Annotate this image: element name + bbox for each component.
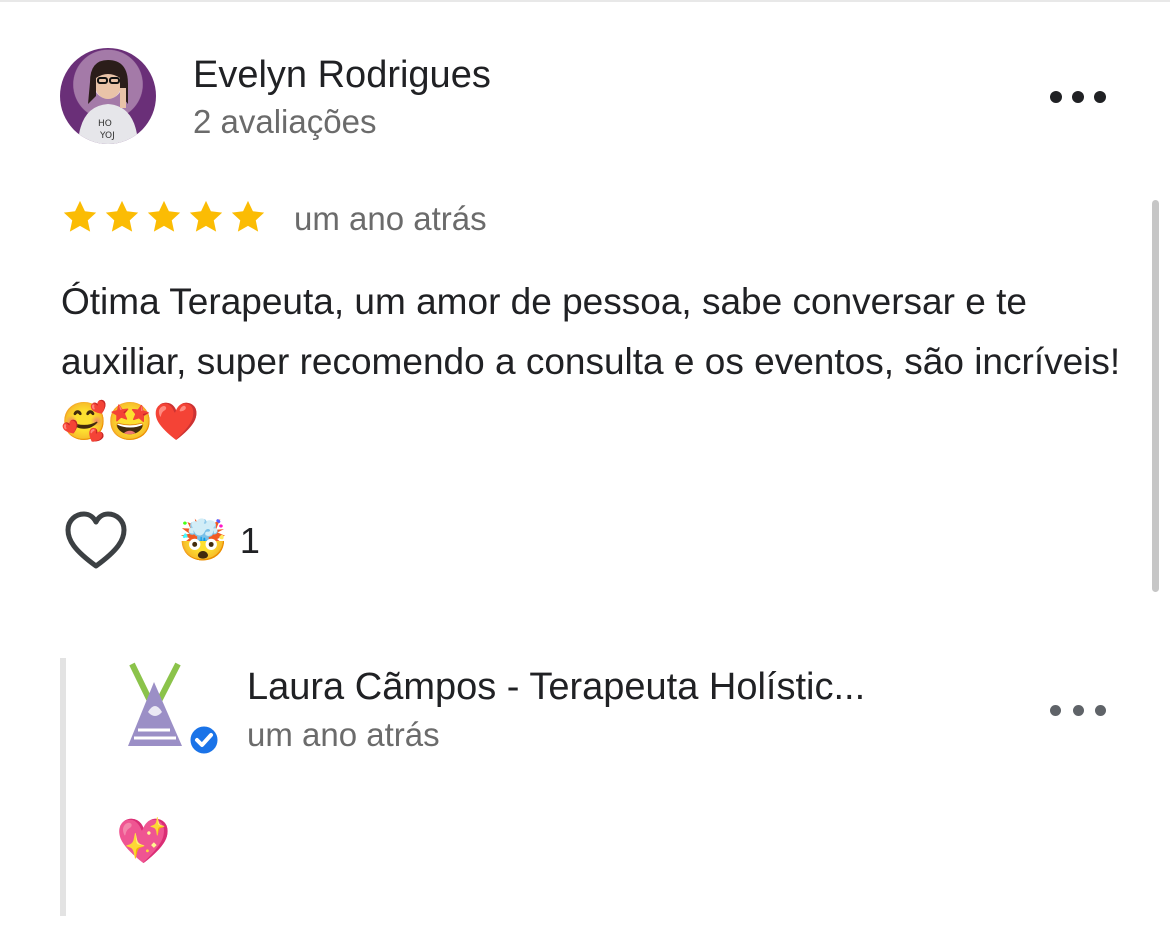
svg-text:YOJ: YOJ (99, 131, 115, 141)
star-icon (63, 200, 97, 232)
star-icon (231, 200, 265, 232)
reply-text: 💖 (116, 817, 171, 866)
exploding-head-icon: 🤯 (178, 519, 228, 563)
reviewer-review-count[interactable]: 2 avaliações (193, 101, 376, 143)
reviewer-name[interactable]: Evelyn Rodrigues (193, 52, 491, 98)
star-icon (105, 200, 139, 232)
more-dot-icon (1072, 91, 1084, 103)
svg-text:HO: HO (98, 119, 112, 129)
reply-date: um ano atrás (247, 716, 440, 753)
reviewer-avatar[interactable]: HO YOJ (60, 48, 156, 144)
star-rating (61, 198, 267, 236)
review-more-options-button[interactable] (1050, 85, 1106, 109)
more-dot-icon (1050, 91, 1062, 103)
scrollbar[interactable] (1152, 200, 1159, 592)
reaction-badge[interactable]: 🤯 1 (178, 516, 260, 566)
more-dot-icon (1094, 91, 1106, 103)
owner-logo[interactable] (118, 660, 222, 756)
star-icon (147, 200, 181, 232)
review-date: um ano atrás (294, 200, 487, 237)
review-text: Ótima Terapeuta, um amor de pessoa, sabe… (61, 281, 1121, 442)
reaction-count: 1 (239, 520, 260, 561)
reply-thread-line (60, 658, 66, 916)
owner-name[interactable]: Laura Cãmpos - Terapeuta Holístic... (247, 664, 865, 710)
reply-more-options-button[interactable] (1050, 698, 1106, 722)
more-dot-icon (1050, 704, 1061, 716)
star-icon (189, 200, 223, 232)
top-divider (0, 0, 1170, 2)
more-dot-icon (1095, 704, 1106, 716)
avatar-image: HO YOJ (78, 60, 138, 144)
heart-icon[interactable] (64, 510, 128, 572)
more-dot-icon (1072, 704, 1084, 716)
